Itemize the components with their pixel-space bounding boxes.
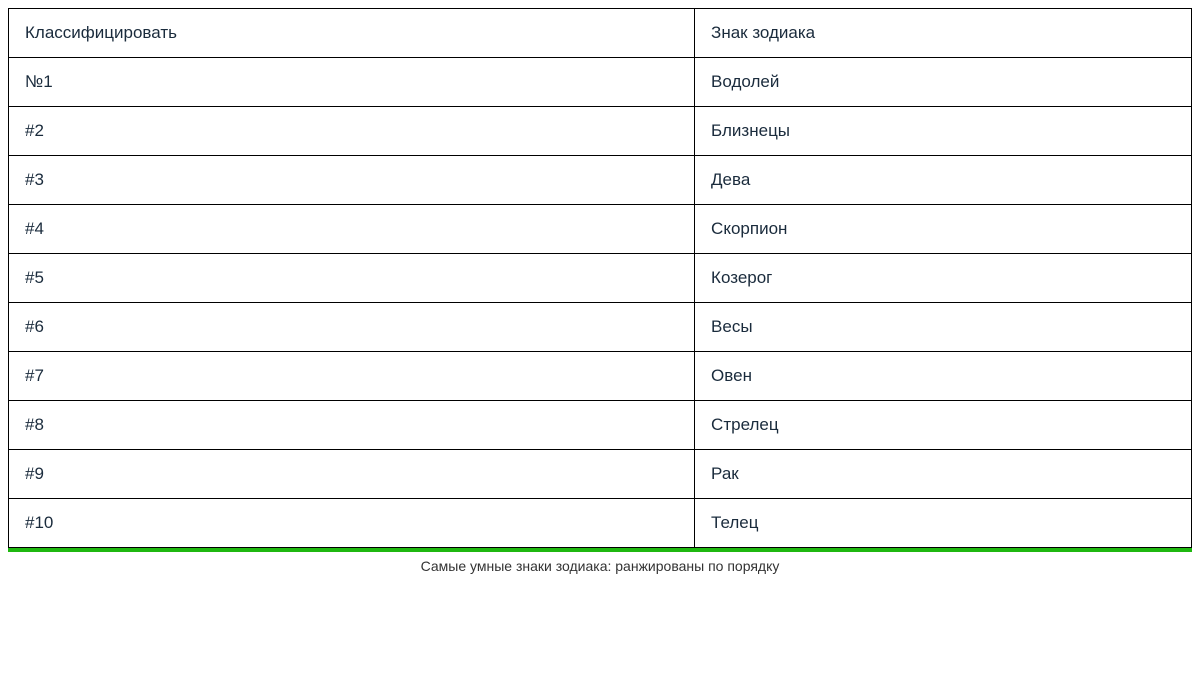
sign-cell: Дева (695, 156, 1191, 205)
table-row: #5 Козерог (9, 254, 1191, 303)
table-row: №1 Водолей (9, 58, 1191, 107)
table-row: #2 Близнецы (9, 107, 1191, 156)
table-row: #4 Скорпион (9, 205, 1191, 254)
zodiac-ranking-table: Классифицировать Знак зодиака №1 Водолей… (9, 9, 1191, 547)
rank-cell: #10 (9, 499, 695, 548)
rank-cell: #2 (9, 107, 695, 156)
table-row: #10 Телец (9, 499, 1191, 548)
sign-cell: Рак (695, 450, 1191, 499)
rank-cell: #4 (9, 205, 695, 254)
rank-cell: #7 (9, 352, 695, 401)
sign-cell: Весы (695, 303, 1191, 352)
sign-cell: Водолей (695, 58, 1191, 107)
sign-cell: Скорпион (695, 205, 1191, 254)
table-header-row: Классифицировать Знак зодиака (9, 9, 1191, 58)
table-row: #3 Дева (9, 156, 1191, 205)
sign-cell: Близнецы (695, 107, 1191, 156)
table-row: #8 Стрелец (9, 401, 1191, 450)
rank-cell: #9 (9, 450, 695, 499)
rank-cell: #5 (9, 254, 695, 303)
rank-cell: №1 (9, 58, 695, 107)
column-header-rank: Классифицировать (9, 9, 695, 58)
sign-cell: Телец (695, 499, 1191, 548)
rank-cell: #3 (9, 156, 695, 205)
rank-cell: #6 (9, 303, 695, 352)
sign-cell: Стрелец (695, 401, 1191, 450)
rank-cell: #8 (9, 401, 695, 450)
sign-cell: Козерог (695, 254, 1191, 303)
zodiac-table-container: Классифицировать Знак зодиака №1 Водолей… (8, 8, 1192, 548)
table-caption: Самые умные знаки зодиака: ранжированы п… (8, 552, 1192, 574)
column-header-sign: Знак зодиака (695, 9, 1191, 58)
sign-cell: Овен (695, 352, 1191, 401)
table-row: #9 Рак (9, 450, 1191, 499)
table-row: #7 Овен (9, 352, 1191, 401)
table-row: #6 Весы (9, 303, 1191, 352)
